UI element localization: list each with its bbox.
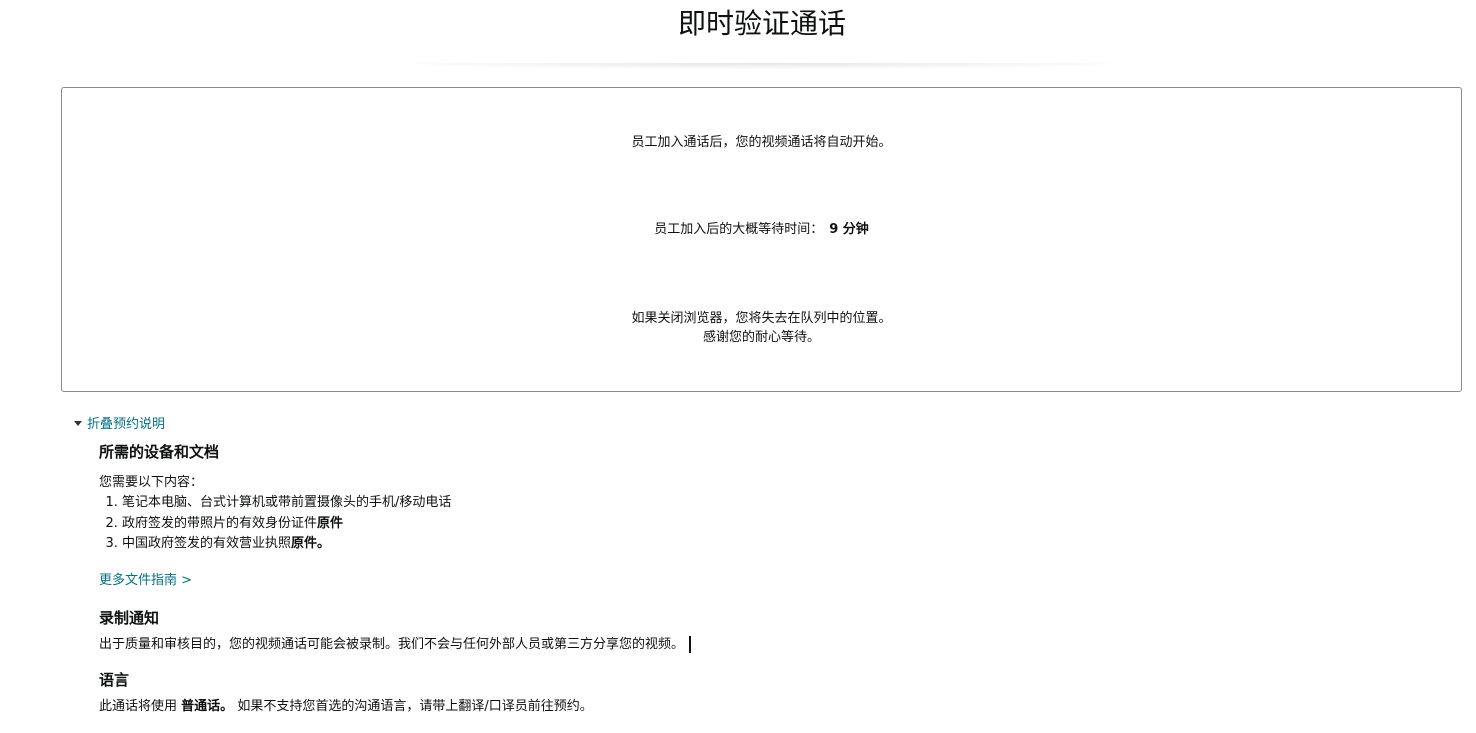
collapse-instructions-toggle[interactable]: 折叠预约说明 xyxy=(74,415,165,435)
language-prefix: 此通话将使用 xyxy=(99,698,178,714)
call-status-box: 员工加入通话后，您的视频通话将自动开始。 员工加入后的大概等待时间： 9 分钟 如… xyxy=(61,87,1462,392)
list-item: 中国政府签发的有效营业执照原件。 xyxy=(122,534,1399,555)
thanks-message: 感谢您的耐心等待。 xyxy=(702,330,820,345)
wait-time-label: 员工加入后的大概等待时间： xyxy=(654,222,824,237)
language-heading: 语言 xyxy=(99,670,130,689)
wait-time-value: 9 分钟 xyxy=(829,222,869,237)
list-item-text: 中国政府签发的有效营业执照 xyxy=(122,536,292,551)
equipment-heading: 所需的设备和文档 xyxy=(99,443,220,461)
more-document-guidance-link[interactable]: 更多文件指南 > xyxy=(99,571,192,591)
auto-start-message: 员工加入通话后，您的视频通话将自动开始。 xyxy=(631,135,892,150)
equipment-intro: 您需要以下内容： xyxy=(99,475,204,490)
collapse-instructions-label: 折叠预约说明 xyxy=(87,417,166,432)
list-item: 政府签发的带照片的有效身份证件原件 xyxy=(122,514,1399,535)
language-value: 普通话。 xyxy=(181,698,234,714)
text-cursor xyxy=(689,635,692,653)
list-item: 笔记本电脑、台式计算机或带前置摄像头的手机/移动电话 xyxy=(122,493,1399,514)
recording-notice-text: 出于质量和审核目的，您的视频通话可能会被录制。我们不会与任何外部人员或第三方分享… xyxy=(99,636,685,652)
recording-notice-row: 出于质量和审核目的，您的视频通话可能会被录制。我们不会与任何外部人员或第三方分享… xyxy=(99,635,1399,655)
close-browser-warning: 如果关闭浏览器，您将失去在队列中的位置。 xyxy=(631,311,892,326)
list-item-text: 政府签发的带照片的有效身份证件 xyxy=(122,515,318,531)
page-title: 即时验证通话 xyxy=(677,7,846,40)
language-notice: 此通话将使用 普通话。 如果不支持您首选的沟通语言，请带上翻译/口译员前往预约。 xyxy=(99,697,1399,717)
instructions-section: 所需的设备和文档 您需要以下内容： 笔记本电脑、台式计算机或带前置摄像头的手机/… xyxy=(99,440,1399,717)
recording-heading: 录制通知 xyxy=(99,608,160,627)
equipment-list: 笔记本电脑、台式计算机或带前置摄像头的手机/移动电话 政府签发的带照片的有效身份… xyxy=(99,493,1399,555)
list-item-text: 笔记本电脑、台式计算机或带前置摄像头的手机/移动电话 xyxy=(122,495,452,510)
wait-time-row: 员工加入后的大概等待时间： 9 分钟 xyxy=(62,220,1461,240)
list-item-emphasis: 原件。 xyxy=(291,536,331,551)
list-item-emphasis: 原件 xyxy=(317,515,344,531)
caret-down-icon xyxy=(74,421,82,426)
title-divider xyxy=(408,63,1120,69)
language-suffix: 如果不支持您首选的沟通语言，请带上翻译/口译员前往预约。 xyxy=(237,698,593,714)
